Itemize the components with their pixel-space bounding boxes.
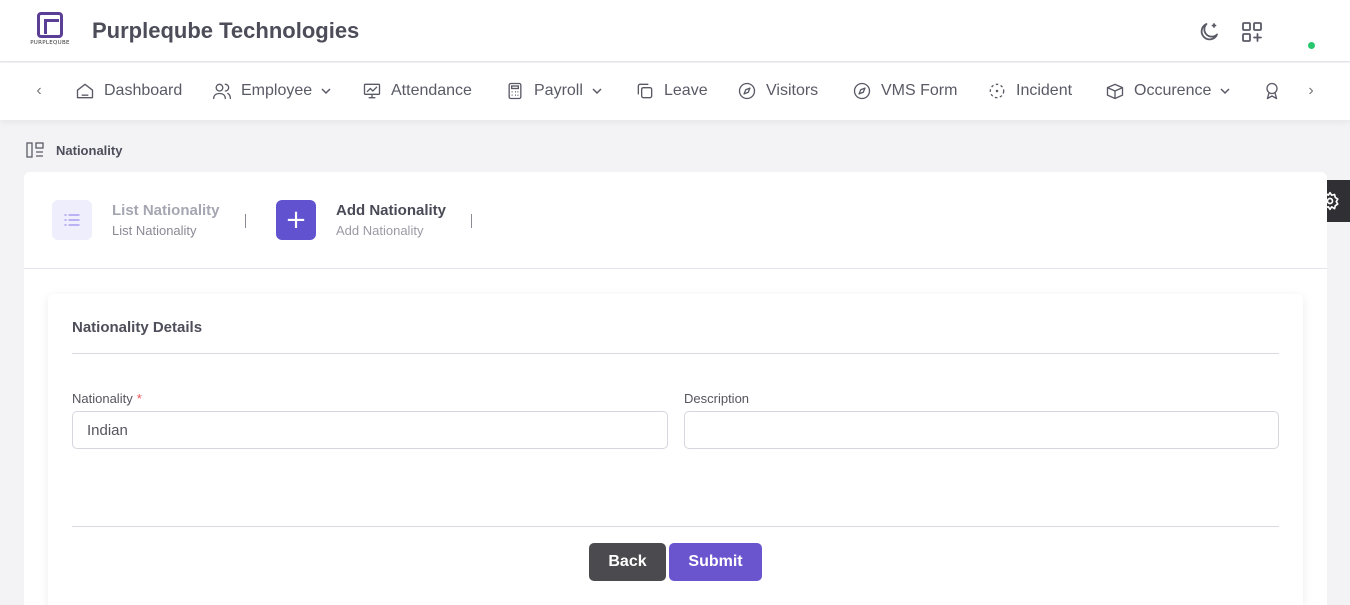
tab-subtitle: Add Nationality [336,223,424,238]
plus-icon: + [285,205,307,235]
nationality-label: Nationality * [72,391,142,406]
nav-label: Incident [1016,82,1073,99]
section-title: Nationality Details [72,319,203,336]
nav-label: Leave [664,82,708,99]
calculator-icon [508,82,522,100]
nav-item-attendance[interactable]: Attendance [362,79,472,103]
divider [72,526,1279,527]
tab-subtitle: List Nationality [112,223,197,238]
online-status-dot [1308,42,1315,49]
nav-item-visitors[interactable]: Visitors [737,79,818,103]
tab-title: Add Nationality [336,202,447,219]
breadcrumb: Nationality [26,141,122,159]
divider [72,353,1279,354]
nav-item-employee[interactable]: Employee [212,79,332,103]
layout-icon [26,142,44,158]
description-label: Description [684,391,750,406]
main-card: List Nationality List Nationality + Add … [24,172,1327,605]
nav-item-awards[interactable] [1262,79,1291,103]
focus-icon [989,83,1005,99]
submit-button[interactable]: Submit [669,543,762,581]
tab-icon-box: + [276,200,316,240]
top-header: PURPLEQUBE Purpleqube Technologies [0,0,1350,62]
description-input[interactable] [684,411,1279,449]
nav-label: Visitors [766,82,819,99]
nav-item-incident[interactable]: Incident [987,79,1072,103]
nationality-form-panel: Nationality Details Nationality* Descrip… [48,294,1303,605]
copy-icon [637,83,653,99]
company-logo[interactable]: PURPLEQUBE [30,10,70,52]
compass-icon [738,82,756,100]
compass-icon [853,82,871,100]
chevron-down-icon [1220,88,1230,95]
wizard-tabs: List Nationality List Nationality + Add … [24,172,1327,269]
nav-label: Dashboard [104,82,183,99]
nav-scroll-right-icon[interactable]: › [1302,82,1320,100]
nav-label: Attendance [391,82,472,99]
logo-mark [37,12,63,38]
tab-separator [471,214,472,228]
nav-item-occurence[interactable]: Occurence [1105,79,1231,103]
apps-add-icon[interactable] [1240,20,1264,44]
tab-text: Add Nationality Add Nationality [336,202,446,238]
main-nav: ‹ Dashboard Employee Attendance Payroll … [0,63,1350,120]
tab-separator [245,214,246,228]
nav-item-dashboard[interactable]: Dashboard [75,79,182,103]
nav-item-vms-form[interactable]: VMS Form [852,79,957,103]
tab-icon-box [52,200,92,240]
nationality-label-text: Nationality [72,391,133,406]
chevron-down-icon [321,88,331,95]
logo-text: PURPLEQUBE [30,40,70,46]
nationality-input[interactable] [72,411,668,449]
nav-item-payroll[interactable]: Payroll [505,79,603,103]
home-icon [76,83,94,99]
tab-list-nationality[interactable]: List Nationality List Nationality [52,200,220,240]
nav-scroll-left-icon[interactable]: ‹ [30,82,48,100]
boxes-icon [1106,83,1124,100]
app-title: Purpleqube Technologies [92,18,360,43]
tab-add-nationality[interactable]: + Add Nationality Add Nationality [276,200,446,240]
chevron-down-icon [592,88,602,95]
nav-label: Employee [241,82,313,99]
tab-text: List Nationality List Nationality [112,202,220,238]
award-icon [1266,82,1278,100]
tab-title: List Nationality [112,202,220,219]
nav-label: Occurence [1134,82,1212,99]
nav-label: Payroll [534,82,583,99]
nav-item-leave[interactable]: Leave [635,79,708,103]
required-mark: * [136,391,142,406]
breadcrumb-label: Nationality [56,142,123,158]
list-icon [64,214,80,226]
users-icon [213,83,231,100]
moon-icon[interactable] [1197,20,1221,44]
presentation-icon [363,83,381,99]
back-button[interactable]: Back [589,543,666,581]
nav-label: VMS Form [881,82,958,99]
